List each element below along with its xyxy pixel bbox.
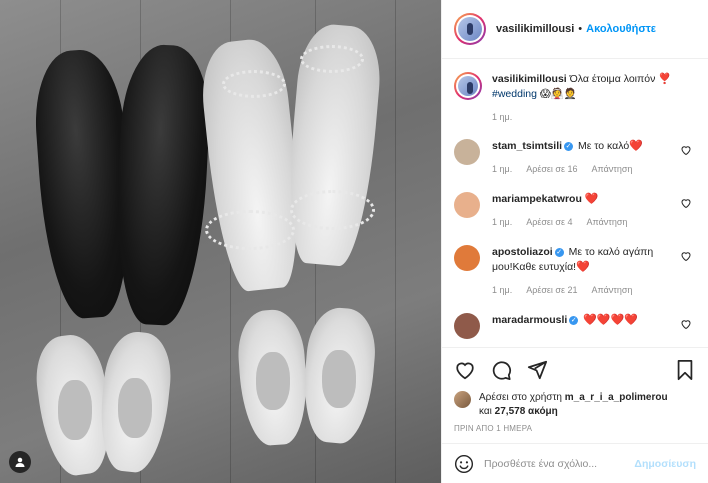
caption-hashtag[interactable]: #wedding xyxy=(492,88,537,100)
post-username[interactable]: vasilikimillousi xyxy=(496,23,574,35)
like-comment-icon[interactable] xyxy=(680,250,692,262)
comment-likes[interactable]: Αρέσει σε 4 xyxy=(526,217,572,227)
post-photo[interactable] xyxy=(0,0,441,483)
avatar[interactable] xyxy=(454,391,471,408)
user-tag-icon[interactable] xyxy=(9,451,31,473)
verified-icon: ✓ xyxy=(564,141,574,151)
comment-username[interactable]: mariampekatwrou xyxy=(492,193,582,205)
avatar[interactable] xyxy=(454,72,482,100)
comment-row: mariampekatwrou ❤️ 1 ημ. Αρέσει σε 4 Απά… xyxy=(454,192,696,230)
like-comment-icon[interactable] xyxy=(680,318,692,330)
comment-username[interactable]: apostoliazoi xyxy=(492,246,553,258)
comments-list[interactable]: vasilikimillousi Όλα έτοιμα λοιπόν ❣️ #w… xyxy=(442,60,708,344)
share-icon[interactable] xyxy=(526,359,548,381)
reply-button[interactable]: Απάντηση xyxy=(592,285,633,295)
reply-button[interactable]: Απάντηση xyxy=(592,164,633,174)
liked-by-count[interactable]: 27,578 xyxy=(495,406,526,417)
comment-text: Με το καλό xyxy=(577,140,630,152)
comment-username[interactable]: stam_tsimtsili xyxy=(492,140,562,152)
comment-icon[interactable] xyxy=(490,359,512,381)
avatar[interactable] xyxy=(454,192,480,218)
comment-time[interactable]: 1 ημ. xyxy=(492,285,512,295)
liked-by-user[interactable]: m_a_r_i_a_polimerou xyxy=(565,392,668,403)
caption-emoji: 😱👰🤵 xyxy=(539,88,577,100)
comment-hearts: ❤️ xyxy=(576,261,590,273)
avatar[interactable] xyxy=(454,245,480,271)
comment-row: stam_tsimtsili ✓ Με το καλό❤️ 1 ημ. Αρέσε… xyxy=(454,139,696,177)
heart-icon[interactable] xyxy=(454,359,476,381)
avatar[interactable] xyxy=(454,313,480,339)
liked-by-and: και xyxy=(479,406,492,417)
post-panel: vasilikimillousi • Ακολουθήστε vasilikim… xyxy=(441,0,708,483)
follow-button[interactable]: Ακολουθήστε xyxy=(586,23,656,35)
comment-hearts: ❤️ xyxy=(584,193,599,205)
emoji-icon[interactable] xyxy=(454,454,474,474)
post-time[interactable]: ΠΡΙΝ ΑΠΟ 1 ΗΜΕΡΑ xyxy=(454,424,696,433)
comment-row: apostoliazoi ✓ Με το καλό αγάπη μου!Καθε … xyxy=(454,245,696,298)
post-comment-button[interactable]: Δημοσίευση xyxy=(634,458,696,470)
verified-icon: ✓ xyxy=(554,247,564,257)
avatar[interactable] xyxy=(454,13,486,45)
comment-input[interactable] xyxy=(484,457,635,470)
separator: • xyxy=(578,23,583,35)
caption: vasilikimillousi Όλα έτοιμα λοιπόν ❣️ #w… xyxy=(454,72,696,125)
comment-hearts: ❤️ xyxy=(629,140,643,152)
liked-by-suffix[interactable]: ακόμη xyxy=(528,406,558,417)
comment-username[interactable]: maradarmousli xyxy=(492,314,567,326)
verified-icon: ✓ xyxy=(569,315,579,325)
dress-shoe-right xyxy=(110,42,214,328)
liked-by[interactable]: Αρέσει στο χρήστη m_a_r_i_a_polimerou κα… xyxy=(454,391,696,419)
heel-strap xyxy=(290,190,375,230)
post-actions: Αρέσει στο χρήστη m_a_r_i_a_polimerou κα… xyxy=(442,347,708,433)
comment-hearts: ❤️❤️❤️❤️ xyxy=(583,314,638,326)
caption-username[interactable]: vasilikimillousi xyxy=(492,73,567,85)
bookmark-icon[interactable] xyxy=(674,359,696,381)
like-comment-icon[interactable] xyxy=(680,144,692,156)
heel-strap xyxy=(205,210,295,250)
comment-likes[interactable]: Αρέσει σε 21 xyxy=(526,285,577,295)
like-comment-icon[interactable] xyxy=(680,197,692,209)
heel-strap xyxy=(300,45,364,73)
post-header: vasilikimillousi • Ακολουθήστε xyxy=(442,0,708,59)
comment-time[interactable]: 1 ημ. xyxy=(492,217,512,227)
comment-row: maradarmousli ✓ ❤️❤️❤️❤️ xyxy=(454,313,696,339)
heel-strap xyxy=(222,70,286,98)
comment-time[interactable]: 1 ημ. xyxy=(492,164,512,174)
caption-time[interactable]: 1 ημ. xyxy=(492,112,512,122)
caption-text: Όλα έτοιμα λοιπόν ❣️ xyxy=(569,73,672,85)
comment-likes[interactable]: Αρέσει σε 16 xyxy=(526,164,577,174)
reply-button[interactable]: Απάντηση xyxy=(587,217,628,227)
add-comment-bar: Δημοσίευση xyxy=(442,443,708,483)
avatar[interactable] xyxy=(454,139,480,165)
liked-by-prefix: Αρέσει στο χρήστη xyxy=(479,392,562,403)
